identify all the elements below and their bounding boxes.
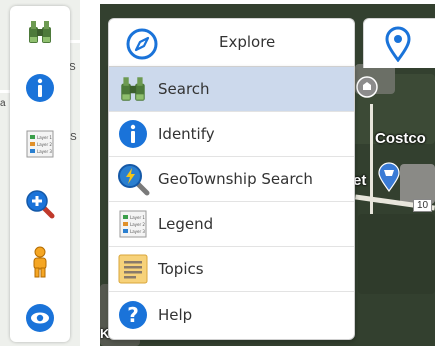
info-icon — [26, 74, 54, 102]
help-icon: ? — [116, 298, 150, 332]
info-icon — [116, 117, 150, 151]
menu-item-search[interactable]: Search — [109, 67, 354, 112]
topics-icon — [116, 252, 150, 286]
menu-item-label: Identify — [158, 125, 215, 143]
map-label: et — [353, 172, 367, 189]
menu-item-label: GeoTownship Search — [158, 170, 313, 188]
menu-item-identify[interactable]: Identify — [109, 112, 354, 157]
svg-text:Layer 1: Layer 1 — [130, 215, 145, 220]
map-road — [70, 40, 80, 43]
map-pin-icon — [385, 26, 411, 62]
legend-icon: Layer 1 Layer 2 Layer 3 — [116, 207, 150, 241]
tab-explore[interactable]: Explore — [108, 18, 355, 68]
tab-locations[interactable] — [363, 18, 435, 68]
map-road — [370, 104, 373, 214]
zoom-in-icon — [26, 190, 55, 219]
map-road — [0, 90, 10, 93]
toolbar-zoom-button[interactable] — [20, 184, 60, 224]
binoculars-icon — [29, 21, 51, 43]
toolbar-identify-button[interactable] — [20, 68, 60, 108]
svg-text:Layer 2: Layer 2 — [130, 222, 145, 227]
svg-text:Layer 1: Layer 1 — [37, 135, 52, 140]
map-area — [358, 214, 435, 294]
toolbar-legend-button[interactable]: Layer 1 Layer 2 Layer 3 — [20, 124, 60, 164]
map-label: S — [69, 62, 76, 73]
menu-item-label: Topics — [158, 260, 204, 278]
menu-item-topics[interactable]: Topics — [109, 247, 354, 292]
binoculars-icon — [116, 72, 150, 106]
svg-text:Layer 3: Layer 3 — [37, 149, 52, 154]
menu-item-label: Search — [158, 80, 210, 98]
toolbar-search-button[interactable] — [20, 12, 60, 52]
menu-item-label: Help — [158, 305, 193, 324]
tab-explore-label: Explore — [219, 33, 276, 51]
legend-icon: Layer 1 Layer 2 Layer 3 — [26, 130, 54, 158]
explore-menu: Search Identify GeoTownship Search Layer… — [108, 66, 355, 340]
vertical-toolbar: Layer 1 Layer 2 Layer 3 — [10, 6, 70, 342]
shopping-marker-icon[interactable] — [377, 162, 401, 192]
compass-icon — [126, 28, 158, 60]
svg-text:Layer 2: Layer 2 — [37, 142, 52, 147]
eye-icon — [26, 304, 54, 332]
geo-search-icon — [116, 162, 150, 196]
map-marker-icon[interactable] — [356, 76, 378, 102]
svg-text:Layer 3: Layer 3 — [130, 229, 145, 234]
route-shield: 10 — [413, 199, 433, 212]
map-area — [400, 164, 435, 204]
map-label: a — [0, 98, 6, 109]
map-label: S — [70, 132, 77, 143]
menu-item-label: Legend — [158, 215, 214, 233]
toolbar-visibility-button[interactable] — [20, 298, 60, 338]
menu-item-legend[interactable]: Layer 1 Layer 2 Layer 3 Legend — [109, 202, 354, 247]
street-view-person-icon — [33, 246, 47, 278]
menu-item-help[interactable]: ? Help — [109, 292, 354, 337]
menu-item-geotownship-search[interactable]: GeoTownship Search — [109, 157, 354, 202]
svg-text:?: ? — [127, 303, 139, 327]
map-label-costco: Costco — [375, 130, 426, 147]
toolbar-streetview-button[interactable] — [20, 242, 60, 282]
